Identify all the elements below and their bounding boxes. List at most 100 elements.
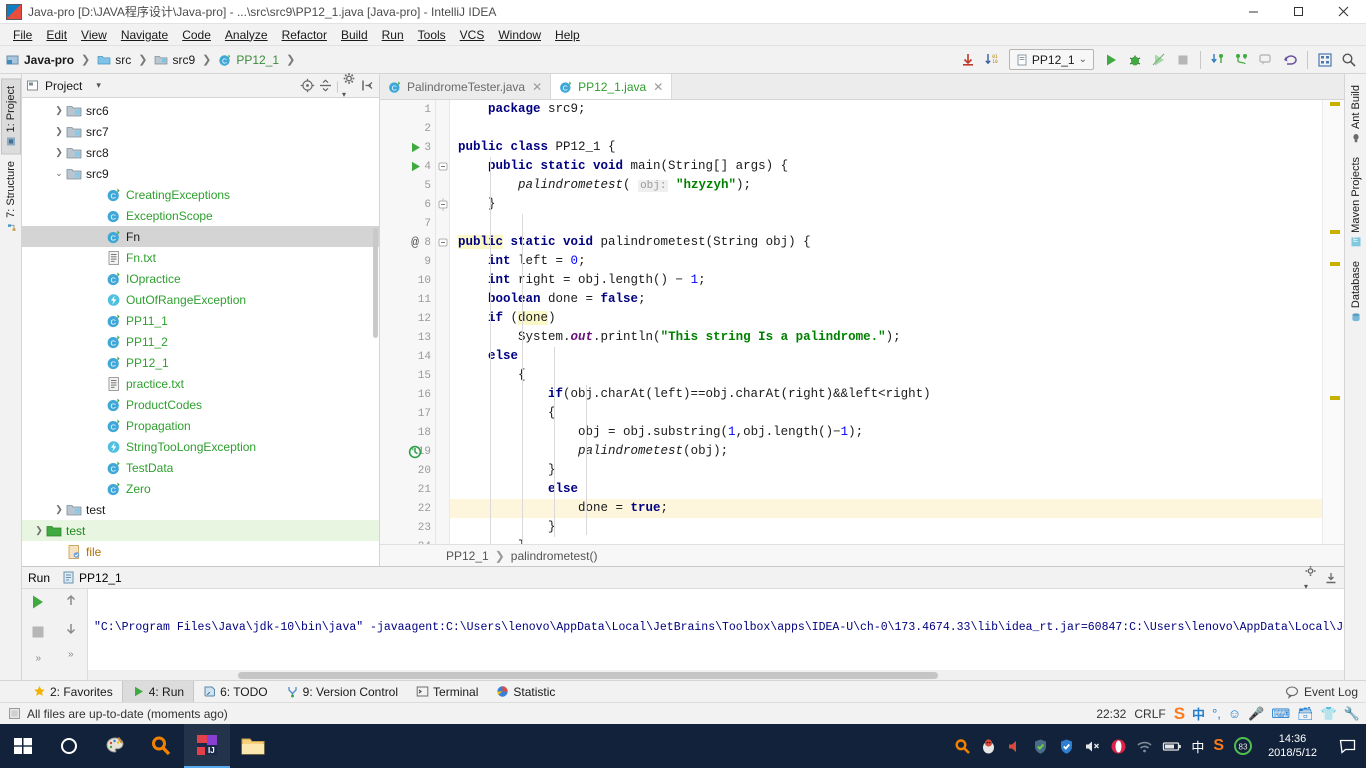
tree-item-productcodes[interactable]: C ProductCodes bbox=[22, 394, 379, 415]
code-line[interactable]: public static void palindrometest(String… bbox=[458, 233, 1322, 252]
menu-run[interactable]: Run bbox=[375, 25, 411, 45]
bottom-tab-favorites[interactable]: 2: Favorites bbox=[24, 681, 122, 703]
menu-file[interactable]: File bbox=[6, 25, 39, 45]
hide-panel-icon[interactable] bbox=[360, 78, 375, 93]
line-number[interactable]: 23 bbox=[380, 518, 435, 537]
tree-item-src7[interactable]: ❯ src7 bbox=[22, 121, 379, 142]
expand-nav-icon[interactable]: » bbox=[68, 649, 74, 660]
chevron-down-icon[interactable]: ⌄ bbox=[52, 168, 66, 179]
file-explorer-app-icon[interactable] bbox=[230, 724, 276, 768]
code-line[interactable]: { bbox=[458, 366, 1322, 385]
sogou-logo-icon[interactable]: S bbox=[1174, 705, 1185, 722]
locate-icon[interactable] bbox=[300, 78, 315, 93]
compile-icon[interactable]: 01 10 bbox=[981, 49, 1003, 71]
ime-skin-icon[interactable]: 👕 bbox=[1321, 706, 1337, 722]
tree-item-src8[interactable]: ❯ src8 bbox=[22, 142, 379, 163]
tree-item-statistics-sh[interactable]: statistics.sh bbox=[22, 562, 379, 567]
project-view-dropdown-icon[interactable]: ▾ bbox=[96, 80, 101, 91]
tree-item-test[interactable]: ❯ test bbox=[22, 520, 379, 541]
intellij-idea-app-icon[interactable]: IJ bbox=[184, 724, 230, 768]
minimize-button[interactable] bbox=[1231, 0, 1276, 24]
code-line[interactable]: System.out.println("This string Is a pal… bbox=[458, 328, 1322, 347]
tray-opera-icon[interactable] bbox=[1110, 738, 1127, 755]
settings-gear-icon[interactable]: ▾ bbox=[1304, 564, 1318, 592]
line-number[interactable]: 15 bbox=[380, 366, 435, 385]
code-line[interactable]: palindrometest(obj); bbox=[458, 442, 1322, 461]
sogou-ime-bar[interactable]: S 中 °, ☺ 🎤 ⌨ 🗃 👕 🔧 bbox=[1174, 704, 1360, 723]
tree-item-src9[interactable]: ⌄ src9 bbox=[22, 163, 379, 184]
paint-app-icon[interactable] bbox=[92, 724, 138, 768]
vcs-update-icon[interactable] bbox=[1207, 49, 1229, 71]
chevron-right-icon[interactable]: ❯ bbox=[32, 525, 46, 536]
line-number[interactable]: 10 bbox=[380, 271, 435, 290]
tray-mute-icon[interactable] bbox=[1084, 738, 1101, 755]
menu-view[interactable]: View bbox=[74, 25, 114, 45]
structure-icon[interactable] bbox=[1314, 49, 1336, 71]
line-number[interactable]: 8 @ bbox=[380, 233, 435, 252]
maximize-button[interactable] bbox=[1276, 0, 1321, 24]
line-separator-indicator[interactable]: CRLF bbox=[1134, 707, 1165, 721]
line-number[interactable]: 16 bbox=[380, 385, 435, 404]
warning-marker-2[interactable] bbox=[1330, 262, 1340, 266]
rerun-button[interactable] bbox=[29, 593, 47, 611]
code-line[interactable]: public class PP12_1 { bbox=[458, 138, 1322, 157]
up-arrow-icon[interactable] bbox=[63, 593, 79, 609]
close-button[interactable] bbox=[1321, 0, 1366, 24]
everything-search-app-icon[interactable] bbox=[138, 724, 184, 768]
undo-icon[interactable] bbox=[1279, 49, 1301, 71]
sidebar-item-database[interactable]: Database bbox=[1347, 254, 1365, 329]
close-icon[interactable]: ✕ bbox=[532, 80, 542, 94]
collapse-all-icon[interactable] bbox=[318, 78, 333, 93]
tree-item-creatingexceptions[interactable]: C CreatingExceptions bbox=[22, 184, 379, 205]
bottom-tab-terminal[interactable]: Terminal bbox=[407, 681, 487, 703]
console-horizontal-scrollbar[interactable] bbox=[88, 670, 1344, 680]
chevron-right-icon[interactable]: ❯ bbox=[52, 105, 66, 116]
down-arrow-icon[interactable] bbox=[63, 621, 79, 637]
menu-refactor[interactable]: Refactor bbox=[275, 25, 334, 45]
tree-item-exceptionscope[interactable]: C ExceptionScope bbox=[22, 205, 379, 226]
tree-item-test[interactable]: ❯ test bbox=[22, 499, 379, 520]
menu-code[interactable]: Code bbox=[175, 25, 218, 45]
breadcrumb-item-project[interactable]: Java-pro bbox=[24, 53, 74, 67]
search-icon[interactable] bbox=[1338, 49, 1360, 71]
code-line[interactable]: boolean done = false; bbox=[458, 290, 1322, 309]
project-tree-scrollbar[interactable] bbox=[373, 228, 378, 338]
bottom-tab-statistic[interactable]: Statistic bbox=[487, 681, 564, 703]
error-stripe-markers[interactable] bbox=[1322, 100, 1344, 544]
run-console-output[interactable]: "C:\Program Files\Java\jdk-10\bin\java" … bbox=[88, 589, 1344, 680]
menu-help[interactable]: Help bbox=[548, 25, 587, 45]
tree-item-fn[interactable]: C Fn bbox=[22, 226, 379, 247]
expand-sidebar-icon[interactable]: » bbox=[35, 653, 41, 664]
ime-punctuation-icon[interactable]: °, bbox=[1212, 706, 1221, 721]
line-number[interactable]: 1 bbox=[380, 100, 435, 119]
line-number[interactable]: 17 bbox=[380, 404, 435, 423]
tree-item-zero[interactable]: C Zero bbox=[22, 478, 379, 499]
tray-wifi-icon[interactable] bbox=[1136, 738, 1153, 755]
line-number[interactable]: 19 bbox=[380, 442, 435, 461]
line-number[interactable]: 6 bbox=[380, 195, 435, 214]
code-line[interactable]: done = true; bbox=[450, 499, 1322, 518]
line-number[interactable]: 13 bbox=[380, 328, 435, 347]
bottom-tab-todo[interactable]: 6: TODO bbox=[194, 681, 277, 703]
code-line[interactable]: int right = obj.length() − 1; bbox=[458, 271, 1322, 290]
line-number[interactable]: 5 bbox=[380, 176, 435, 195]
line-number[interactable]: 12 bbox=[380, 309, 435, 328]
update-project-icon[interactable] bbox=[957, 49, 979, 71]
chevron-right-icon[interactable]: ❯ bbox=[52, 147, 66, 158]
project-tree[interactable]: ❯ src6 ❯ src7 ❯ src8 ⌄ src9 C CreatingExceptions C… bbox=[22, 98, 379, 566]
gutter-run-icon[interactable] bbox=[406, 138, 424, 157]
tray-battery-icon[interactable] bbox=[1162, 738, 1182, 755]
line-number[interactable]: 11 bbox=[380, 290, 435, 309]
tray-search-icon[interactable] bbox=[954, 738, 971, 755]
code-line[interactable]: if(obj.charAt(left)==obj.charAt(right)&&… bbox=[458, 385, 1322, 404]
tree-item-iopractice[interactable]: C IOpractice bbox=[22, 268, 379, 289]
tray-qq-icon[interactable] bbox=[980, 738, 997, 755]
code-line[interactable]: public static void main(String[] args) { bbox=[458, 157, 1322, 176]
menu-analyze[interactable]: Analyze bbox=[218, 25, 275, 45]
tray-antivirus-icon[interactable] bbox=[1058, 738, 1075, 755]
breadcrumb-item-class[interactable]: PP12_1 bbox=[236, 53, 279, 67]
tree-item-practice-txt[interactable]: practice.txt bbox=[22, 373, 379, 394]
run-configuration-selector[interactable]: PP12_1 ⌄ bbox=[1008, 49, 1094, 70]
tree-item-pp11-1[interactable]: C PP11_1 bbox=[22, 310, 379, 331]
code-line[interactable]: } bbox=[458, 461, 1322, 480]
